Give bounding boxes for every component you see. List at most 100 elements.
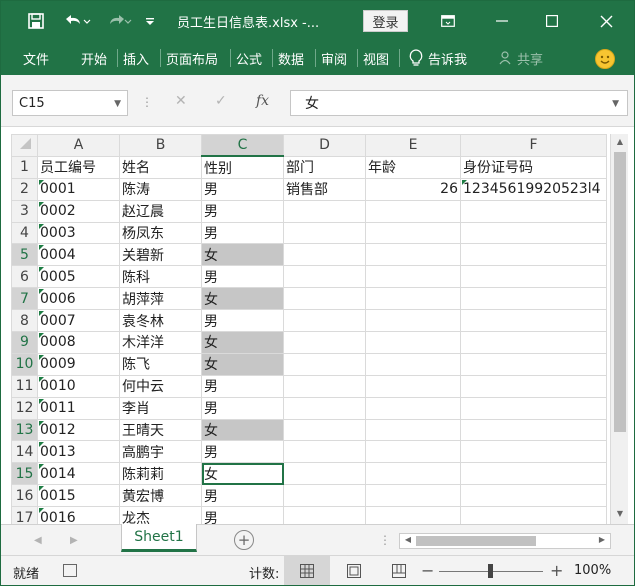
tab-file[interactable]: 文件	[23, 41, 49, 75]
tab-data[interactable]: 数据	[278, 41, 304, 75]
scroll-right-icon[interactable]: ▶	[596, 535, 608, 544]
cell-c[interactable]: 男	[201, 440, 284, 464]
row-header[interactable]: 6	[11, 265, 38, 289]
cell-e[interactable]	[365, 199, 461, 223]
cell-d[interactable]	[283, 396, 366, 420]
cell-f[interactable]	[460, 221, 607, 245]
next-sheet-icon[interactable]: ▶	[70, 535, 78, 546]
column-header[interactable]: E	[365, 134, 461, 157]
add-sheet-icon[interactable]: +	[234, 530, 254, 550]
cell-c[interactable]: 女	[201, 331, 284, 354]
zoom-level[interactable]: 100%	[574, 563, 611, 578]
close-button[interactable]	[583, 1, 629, 41]
cell-b[interactable]: 李肖	[119, 396, 202, 420]
sheet-tab-active[interactable]: Sheet1	[121, 524, 197, 552]
cell-e[interactable]	[365, 462, 461, 486]
cell-a[interactable]: 0008	[37, 331, 120, 354]
cell-d[interactable]	[283, 221, 366, 245]
enter-entry-button[interactable]: ✓	[215, 93, 227, 109]
cell-e[interactable]	[365, 484, 461, 508]
cell-f[interactable]	[460, 287, 607, 311]
cell-c[interactable]: 男	[201, 309, 284, 333]
cell-b[interactable]: 关碧新	[119, 243, 202, 267]
row-header[interactable]: 8	[11, 309, 38, 333]
horizontal-scrollbar[interactable]: ◀ ▶	[399, 533, 611, 549]
cell-e[interactable]	[365, 243, 461, 267]
zoom-slider-thumb[interactable]	[488, 564, 493, 578]
cell-d[interactable]	[283, 243, 366, 267]
cell-a[interactable]: 0013	[37, 440, 120, 464]
row-header[interactable]: 2	[11, 177, 38, 201]
cell-a[interactable]: 0004	[37, 243, 120, 267]
prev-sheet-icon[interactable]: ◀	[34, 535, 42, 546]
cell-e[interactable]	[365, 440, 461, 464]
tab-view[interactable]: 视图	[363, 41, 389, 75]
cell-c[interactable]: 女	[201, 243, 284, 267]
cell-e[interactable]	[365, 265, 461, 289]
cell-d[interactable]	[283, 374, 366, 398]
scroll-thumb[interactable]	[614, 152, 626, 432]
macro-recording-icon[interactable]	[63, 564, 77, 577]
cell-a[interactable]: 0005	[37, 265, 120, 289]
cell-e[interactable]	[365, 418, 461, 442]
cell-d[interactable]	[283, 309, 366, 333]
cell-c[interactable]: 男	[201, 221, 284, 245]
cell-c[interactable]: 男	[201, 484, 284, 508]
row-header[interactable]: 5	[11, 243, 38, 267]
cell-b[interactable]: 赵辽晨	[119, 199, 202, 223]
login-button[interactable]: 登录	[363, 10, 408, 32]
cell-b[interactable]: 姓名	[119, 155, 202, 179]
redo-button[interactable]	[105, 1, 135, 41]
cell-d[interactable]	[283, 440, 366, 464]
cell-f[interactable]	[460, 309, 607, 333]
page-break-view-button[interactable]	[376, 556, 422, 585]
tell-me-search[interactable]: 告诉我	[409, 41, 467, 75]
row-header[interactable]: 13	[11, 418, 38, 442]
row-header[interactable]: 16	[11, 484, 38, 508]
formula-input[interactable]: 女 ▼	[290, 90, 628, 116]
normal-view-button[interactable]	[284, 556, 330, 585]
cell-b[interactable]: 袁冬林	[119, 309, 202, 333]
cell-c[interactable]: 女	[201, 352, 284, 376]
cell-d[interactable]	[283, 287, 366, 311]
cell-b[interactable]: 陈涛	[119, 177, 202, 201]
cell-e[interactable]	[365, 331, 461, 354]
row-header[interactable]: 9	[11, 331, 38, 354]
cell-d[interactable]	[283, 265, 366, 289]
row-header[interactable]: 1	[11, 155, 38, 179]
zoom-out-button[interactable]: −	[421, 561, 434, 580]
cell-f[interactable]	[460, 484, 607, 508]
formula-bar-grip-icon[interactable]: ⋮	[141, 95, 153, 109]
cell-f[interactable]	[460, 243, 607, 267]
customize-qat-button[interactable]	[141, 1, 159, 41]
cell-f[interactable]	[460, 396, 607, 420]
cell-c[interactable]: 男	[201, 199, 284, 223]
ribbon-display-options-button[interactable]	[433, 1, 463, 41]
cell-a[interactable]: 0011	[37, 396, 120, 420]
cell-b[interactable]: 王晴天	[119, 418, 202, 442]
expand-formula-icon[interactable]: ▼	[612, 99, 619, 109]
cell-a[interactable]: 0012	[37, 418, 120, 442]
cell-e[interactable]	[365, 396, 461, 420]
cell-d[interactable]: 部门	[283, 155, 366, 179]
scroll-left-icon[interactable]: ◀	[402, 535, 414, 544]
cell-e[interactable]	[365, 352, 461, 376]
row-header[interactable]: 3	[11, 199, 38, 223]
cell-b[interactable]: 胡萍萍	[119, 287, 202, 311]
cell-d[interactable]	[283, 418, 366, 442]
share-button[interactable]: 共享	[499, 41, 543, 75]
cell-f[interactable]	[460, 352, 607, 376]
cell-d[interactable]	[283, 331, 366, 354]
cell-c[interactable]: 性别	[201, 155, 284, 179]
cell-e[interactable]	[365, 221, 461, 245]
cell-e[interactable]: 年龄	[365, 155, 461, 179]
cell-e[interactable]	[365, 287, 461, 311]
select-all-corner[interactable]	[11, 134, 38, 157]
cell-c[interactable]: 男	[201, 265, 284, 289]
cell-a[interactable]: 0007	[37, 309, 120, 333]
cell-b[interactable]: 木洋洋	[119, 331, 202, 354]
cell-a[interactable]: 0003	[37, 221, 120, 245]
cell-d[interactable]	[283, 462, 366, 486]
cell-a[interactable]: 0009	[37, 352, 120, 376]
cell-b[interactable]: 陈飞	[119, 352, 202, 376]
